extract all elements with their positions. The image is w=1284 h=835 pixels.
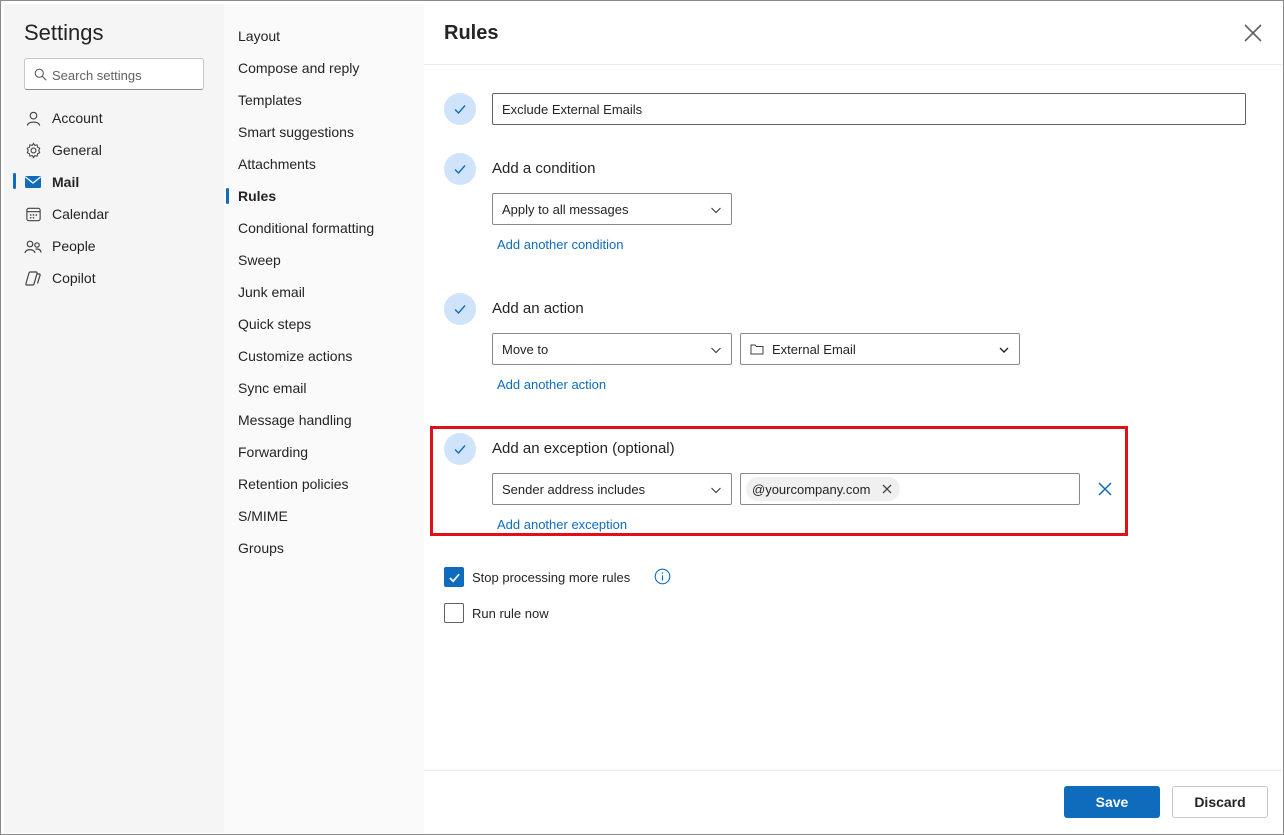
sub-item-sweep[interactable]: Sweep — [224, 244, 424, 276]
remove-exception-icon[interactable] — [1098, 482, 1112, 496]
header-divider — [424, 64, 1282, 65]
action-dropdown[interactable]: Move to — [492, 333, 732, 365]
nav-item-copilot[interactable]: Copilot — [4, 262, 224, 294]
save-button[interactable]: Save — [1064, 786, 1160, 818]
action-dropdown-value: Move to — [502, 341, 549, 357]
exception-dropdown-value: Sender address includes — [502, 481, 646, 497]
nav-item-label: Copilot — [52, 270, 96, 286]
chevron-down-icon — [711, 347, 721, 354]
rules-editor-pane: Rules Add a condition Apply to all messa… — [424, 4, 1282, 833]
settings-category-list: Account General Mail Calendar People Cop… — [4, 102, 224, 294]
condition-dropdown[interactable]: Apply to all messages — [492, 193, 732, 225]
sub-item-smart-suggestions[interactable]: Smart suggestions — [224, 116, 424, 148]
add-another-action-link[interactable]: Add another action — [497, 377, 606, 392]
condition-dropdown-value: Apply to all messages — [502, 201, 629, 217]
step-complete-icon — [444, 93, 476, 125]
mail-settings-list: Layout Compose and reply Templates Smart… — [224, 20, 424, 564]
add-another-exception-link[interactable]: Add another exception — [497, 517, 627, 532]
folder-icon — [750, 344, 764, 355]
nav-item-people[interactable]: People — [4, 230, 224, 262]
mail-icon — [24, 173, 42, 191]
address-chip-label: @yourcompany.com — [752, 481, 871, 497]
exception-heading: Add an exception (optional) — [492, 440, 675, 457]
discard-button[interactable]: Discard — [1172, 786, 1268, 818]
sub-item-retention-policies[interactable]: Retention policies — [224, 468, 424, 500]
close-icon[interactable] — [1242, 22, 1264, 44]
nav-item-general[interactable]: General — [4, 134, 224, 166]
sub-item-rules[interactable]: Rules — [224, 180, 424, 212]
nav-item-label: Mail — [52, 174, 80, 190]
gear-icon — [24, 141, 42, 159]
remove-chip-icon[interactable] — [882, 484, 892, 494]
run-rule-now-checkbox[interactable] — [444, 603, 464, 623]
settings-nav-pane: Settings Account General — [4, 4, 224, 833]
add-another-condition-link[interactable]: Add another condition — [497, 237, 623, 252]
stop-processing-checkbox[interactable] — [444, 567, 464, 587]
step-complete-icon — [444, 433, 476, 465]
people-icon — [24, 237, 42, 255]
chevron-down-icon — [711, 487, 721, 494]
rule-name-input[interactable] — [492, 93, 1246, 125]
mail-settings-pane: Layout Compose and reply Templates Smart… — [224, 4, 424, 833]
nav-item-account[interactable]: Account — [4, 102, 224, 134]
exception-dropdown[interactable]: Sender address includes — [492, 473, 732, 505]
step-complete-icon — [444, 153, 476, 185]
nav-item-mail[interactable]: Mail — [4, 166, 224, 198]
sub-item-customize-actions[interactable]: Customize actions — [224, 340, 424, 372]
search-settings-input[interactable] — [52, 63, 200, 87]
nav-item-label: Account — [52, 110, 103, 126]
sender-address-field[interactable]: @yourcompany.com — [740, 473, 1080, 505]
page-title: Rules — [444, 22, 499, 44]
sub-item-compose-and-reply[interactable]: Compose and reply — [224, 52, 424, 84]
sub-item-quick-steps[interactable]: Quick steps — [224, 308, 424, 340]
nav-item-calendar[interactable]: Calendar — [4, 198, 224, 230]
sub-item-templates[interactable]: Templates — [224, 84, 424, 116]
folder-dropdown[interactable]: External Email — [740, 333, 1020, 365]
nav-item-label: Calendar — [52, 206, 109, 222]
nav-item-label: People — [52, 238, 96, 254]
info-icon[interactable] — [654, 568, 671, 585]
sub-item-junk-email[interactable]: Junk email — [224, 276, 424, 308]
sub-item-smime[interactable]: S/MIME — [224, 500, 424, 532]
settings-title: Settings — [24, 20, 104, 45]
step-complete-icon — [444, 293, 476, 325]
sub-item-layout[interactable]: Layout — [224, 20, 424, 52]
copilot-icon — [24, 269, 42, 287]
nav-item-label: General — [52, 142, 102, 158]
folder-dropdown-value: External Email — [772, 341, 856, 357]
sub-item-groups[interactable]: Groups — [224, 532, 424, 564]
person-icon — [24, 109, 42, 127]
sub-item-sync-email[interactable]: Sync email — [224, 372, 424, 404]
condition-heading: Add a condition — [492, 160, 596, 177]
address-chip: @yourcompany.com — [746, 477, 901, 501]
search-icon — [34, 68, 47, 81]
chevron-down-icon — [711, 207, 721, 214]
search-settings-box[interactable] — [24, 58, 204, 90]
stop-processing-label: Stop processing more rules — [472, 570, 631, 585]
chevron-down-icon — [999, 347, 1009, 353]
footer-divider — [424, 770, 1282, 771]
run-rule-now-label: Run rule now — [472, 606, 549, 621]
sub-item-message-handling[interactable]: Message handling — [224, 404, 424, 436]
sub-item-attachments[interactable]: Attachments — [224, 148, 424, 180]
calendar-icon — [24, 205, 42, 223]
sub-item-conditional-formatting[interactable]: Conditional formatting — [224, 212, 424, 244]
sub-item-forwarding[interactable]: Forwarding — [224, 436, 424, 468]
action-heading: Add an action — [492, 300, 584, 317]
checkmark-icon — [448, 573, 460, 582]
settings-window: Settings Account General — [0, 0, 1284, 835]
